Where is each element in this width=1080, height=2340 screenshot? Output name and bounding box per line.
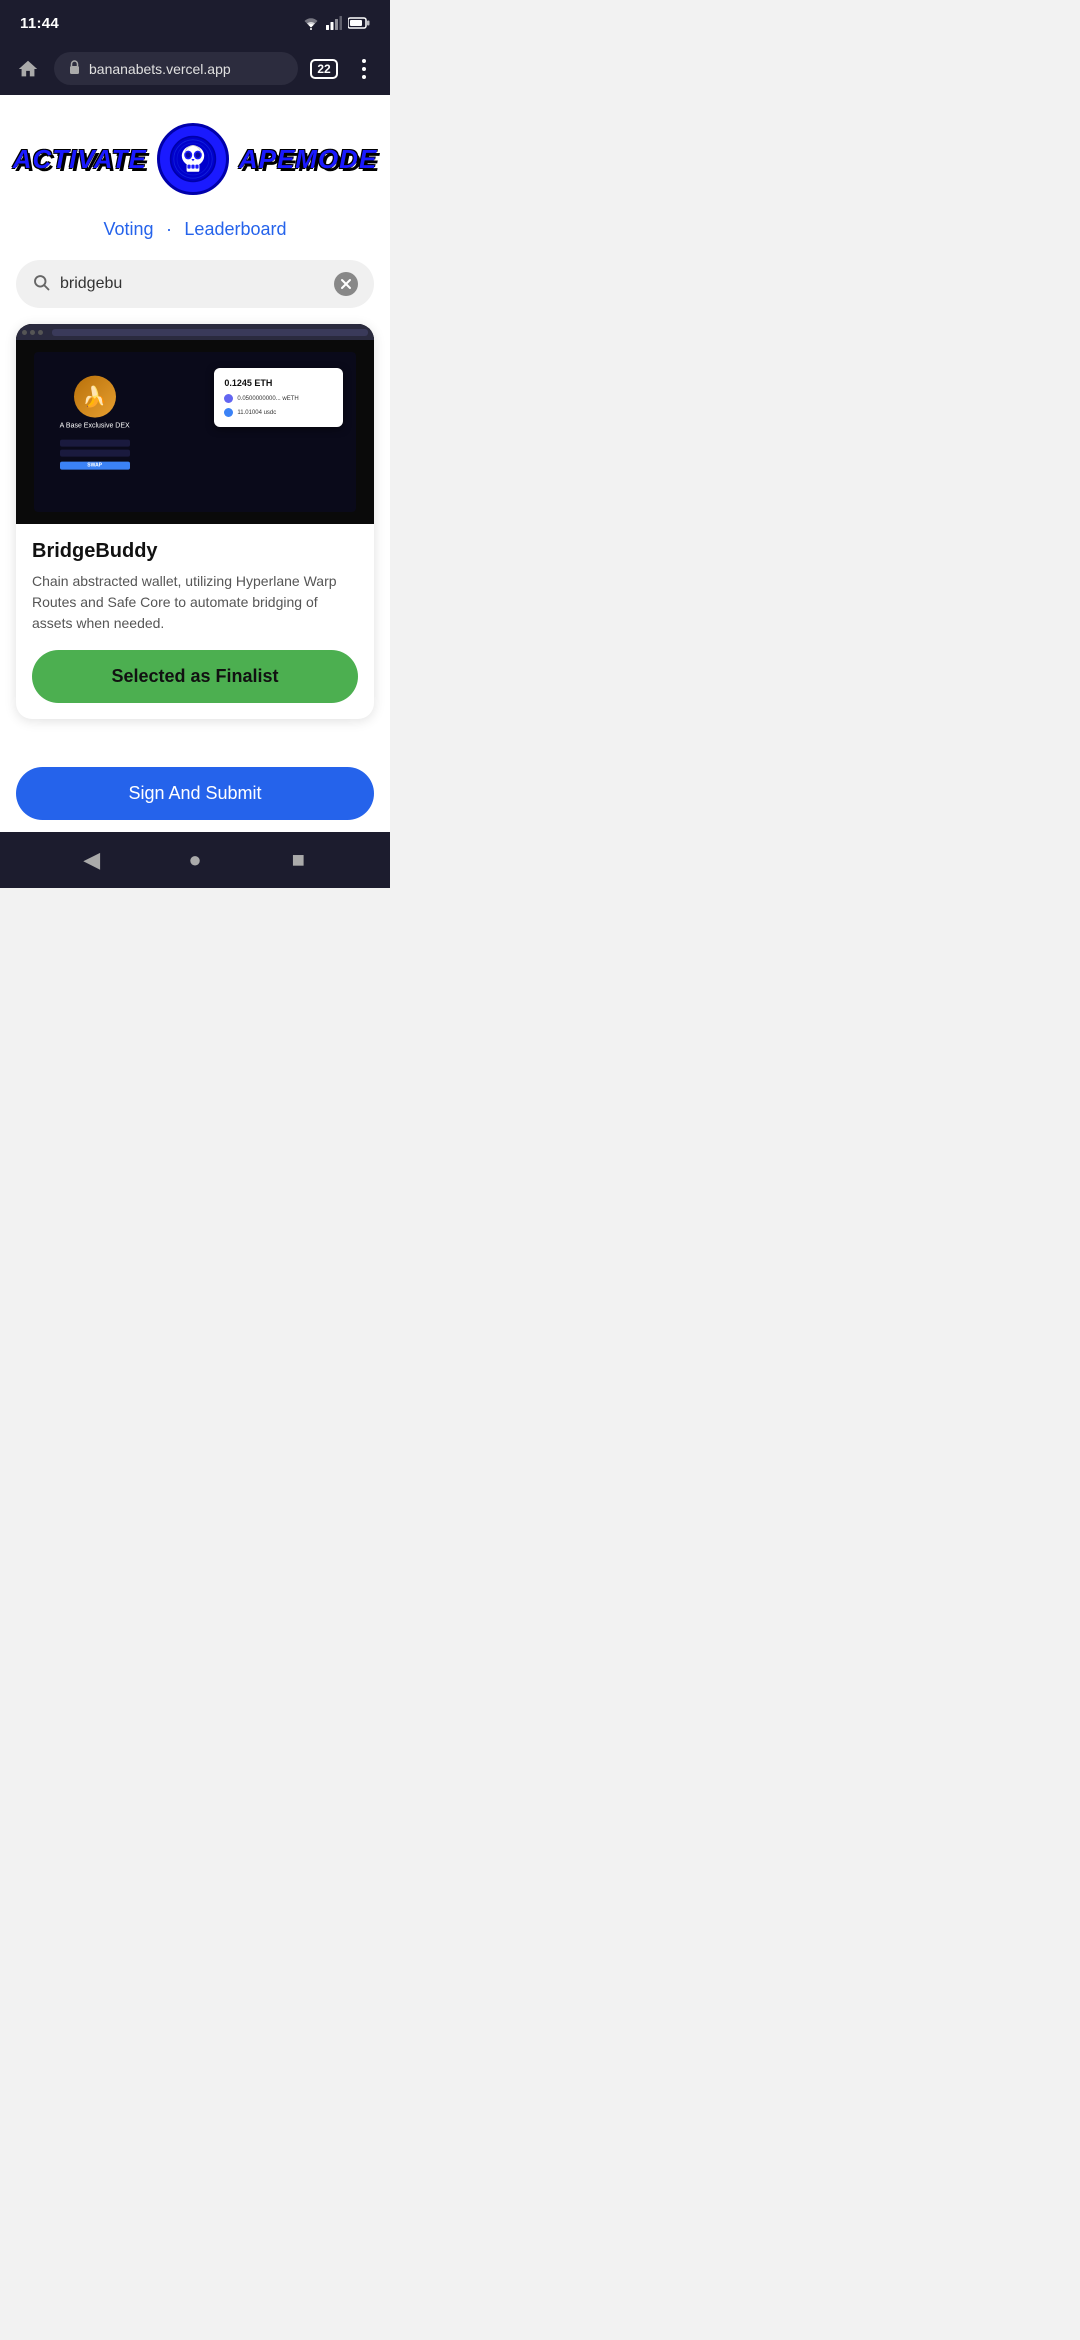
main-content: ACTIVATE [0,95,390,755]
swap-label: SWAP [87,463,102,469]
status-icons [302,16,370,30]
signal-icon [326,16,342,30]
browser-menu-button[interactable] [350,55,378,83]
skull-icon [169,135,217,183]
home-button[interactable]: ● [175,840,215,880]
back-button[interactable]: ◀ [72,840,112,880]
search-container [0,260,390,324]
leaderboard-link[interactable]: Leaderboard [184,219,286,239]
dex-token2: 11.01004 usdc [237,410,276,416]
card-body: BridgeBuddy Chain abstracted wallet, uti… [16,524,374,719]
finalist-button[interactable]: Selected as Finalist [32,650,358,703]
search-bar [16,260,374,308]
dex-center-text: A Base Exclusive DEX [60,423,130,430]
card-image-inner: 🍌 A Base Exclusive DEX SWAP [16,324,374,524]
card-browser-chrome [16,324,374,340]
card-image: 🍌 A Base Exclusive DEX SWAP [16,324,374,524]
android-nav-bar: ◀ ● ■ [0,832,390,888]
chrome-dot-2 [30,330,35,335]
voting-link[interactable]: Voting [103,219,153,239]
search-icon [32,273,50,296]
logo-text-apemode: APEMODE [239,144,377,175]
menu-dot-2 [362,67,366,71]
sign-btn-container: Sign And Submit [0,755,390,832]
lock-icon [68,59,81,78]
tabs-count-badge: 22 [310,59,337,79]
battery-icon [348,17,370,29]
status-time: 11:44 [20,15,59,32]
card-title: BridgeBuddy [32,540,358,563]
dex-token1: 0.0500000000... wETH [237,396,298,402]
recents-button[interactable]: ■ [278,840,318,880]
chrome-dot-1 [22,330,27,335]
menu-dot-1 [362,59,366,63]
status-bar: 11:44 [0,0,390,44]
card-description: Chain abstracted wallet, utilizing Hyper… [32,571,358,634]
chrome-dot-3 [38,330,43,335]
logo-text-activate: ACTIVATE [13,144,147,175]
browser-url-bar[interactable]: bananabets.vercel.app [54,52,298,85]
project-card: 🍌 A Base Exclusive DEX SWAP [16,324,374,719]
logo-section: ACTIVATE [0,95,390,211]
search-clear-button[interactable] [334,272,358,296]
browser-tabs-button[interactable]: 22 [308,53,340,85]
url-text: bananabets.vercel.app [89,61,231,77]
nav-links: Voting · Leaderboard [0,211,390,260]
dex-eth-amount: 0.1245 ETH [224,378,333,388]
browser-home-button[interactable] [12,53,44,85]
card-container: 🍌 A Base Exclusive DEX SWAP [0,324,390,735]
browser-bar: bananabets.vercel.app 22 [0,44,390,95]
logo-circle [157,123,229,195]
search-input[interactable] [60,275,324,293]
menu-dot-3 [362,75,366,79]
wifi-icon [302,16,320,30]
nav-separator: · [166,219,172,239]
sign-submit-button[interactable]: Sign And Submit [16,767,374,820]
